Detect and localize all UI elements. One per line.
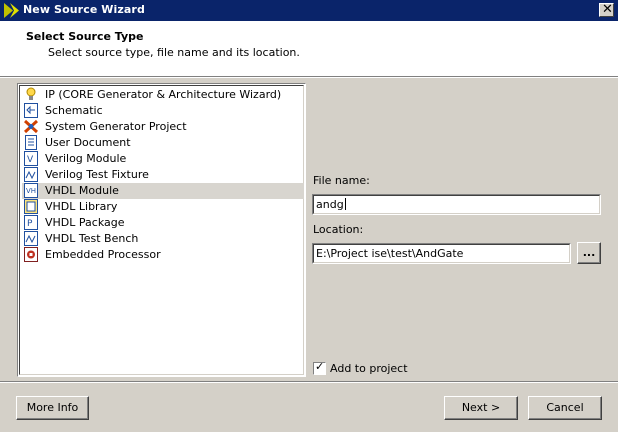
next-button[interactable]: Next > (444, 396, 518, 420)
file-name-value: andg (316, 198, 344, 211)
browse-button[interactable]: ... (577, 242, 601, 264)
system-generator-icon (24, 119, 38, 134)
list-item-verilog-module[interactable]: V Verilog Module (22, 151, 304, 167)
page-subtitle: Select source type, file name and its lo… (48, 46, 300, 59)
list-item-user-document[interactable]: User Document (22, 135, 304, 151)
list-item-vhdl-module[interactable]: VH VHDL Module (22, 183, 304, 199)
list-item-system-generator[interactable]: System Generator Project (22, 119, 304, 135)
list-item-vhdl-package[interactable]: P VHDL Package (22, 215, 304, 231)
more-info-button[interactable]: More Info (16, 396, 89, 420)
window-title: New Source Wizard (23, 3, 145, 16)
ip-core-icon (26, 87, 36, 100)
vhdl-package-icon: P (24, 215, 38, 230)
title-bar: New Source Wizard ✕ (0, 0, 618, 21)
document-icon (25, 135, 37, 150)
add-to-project-label[interactable]: Add to project (330, 362, 408, 375)
app-logo-icon (4, 3, 19, 18)
vhdl-testbench-icon (24, 231, 38, 246)
location-label: Location: (313, 223, 364, 236)
verilog-test-icon (24, 167, 38, 182)
svg-text:V: V (27, 155, 34, 165)
svg-text:VH: VH (26, 187, 36, 195)
embedded-processor-icon (24, 247, 38, 262)
source-type-list[interactable]: IP (CORE Generator & Architecture Wizard… (17, 83, 306, 377)
list-item-schematic[interactable]: Schematic (22, 103, 304, 119)
wizard-header: Select Source Type Select source type, f… (0, 21, 618, 77)
list-item-vhdl-library[interactable]: VHDL Library (22, 199, 304, 215)
vhdl-library-icon (24, 199, 38, 214)
location-value: E:\Project ise\test\AndGate (316, 247, 464, 260)
close-icon: ✕ (602, 2, 613, 17)
file-name-label: File name: (313, 174, 370, 187)
header-divider (0, 77, 618, 78)
location-input[interactable]: E:\Project ise\test\AndGate (312, 243, 571, 264)
file-name-input[interactable]: andg (312, 194, 601, 215)
close-button[interactable]: ✕ (599, 2, 614, 17)
list-item-embedded-processor[interactable]: Embedded Processor (22, 247, 304, 263)
svg-text:P: P (27, 219, 33, 229)
schematic-icon (24, 103, 38, 118)
vhdl-module-icon: VH (24, 183, 38, 198)
list-item-vhdl-test-bench[interactable]: VHDL Test Bench (22, 231, 304, 247)
add-to-project-checkbox[interactable]: ✓ (313, 360, 326, 375)
list-item-verilog-test-fixture[interactable]: Verilog Test Fixture (22, 167, 304, 183)
text-caret (344, 198, 346, 210)
list-item-ip-core[interactable]: IP (CORE Generator & Architecture Wizard… (22, 87, 304, 103)
check-icon: ✓ (315, 360, 325, 373)
verilog-icon: V (24, 151, 38, 166)
page-title: Select Source Type (26, 30, 144, 43)
cancel-button[interactable]: Cancel (528, 396, 602, 420)
